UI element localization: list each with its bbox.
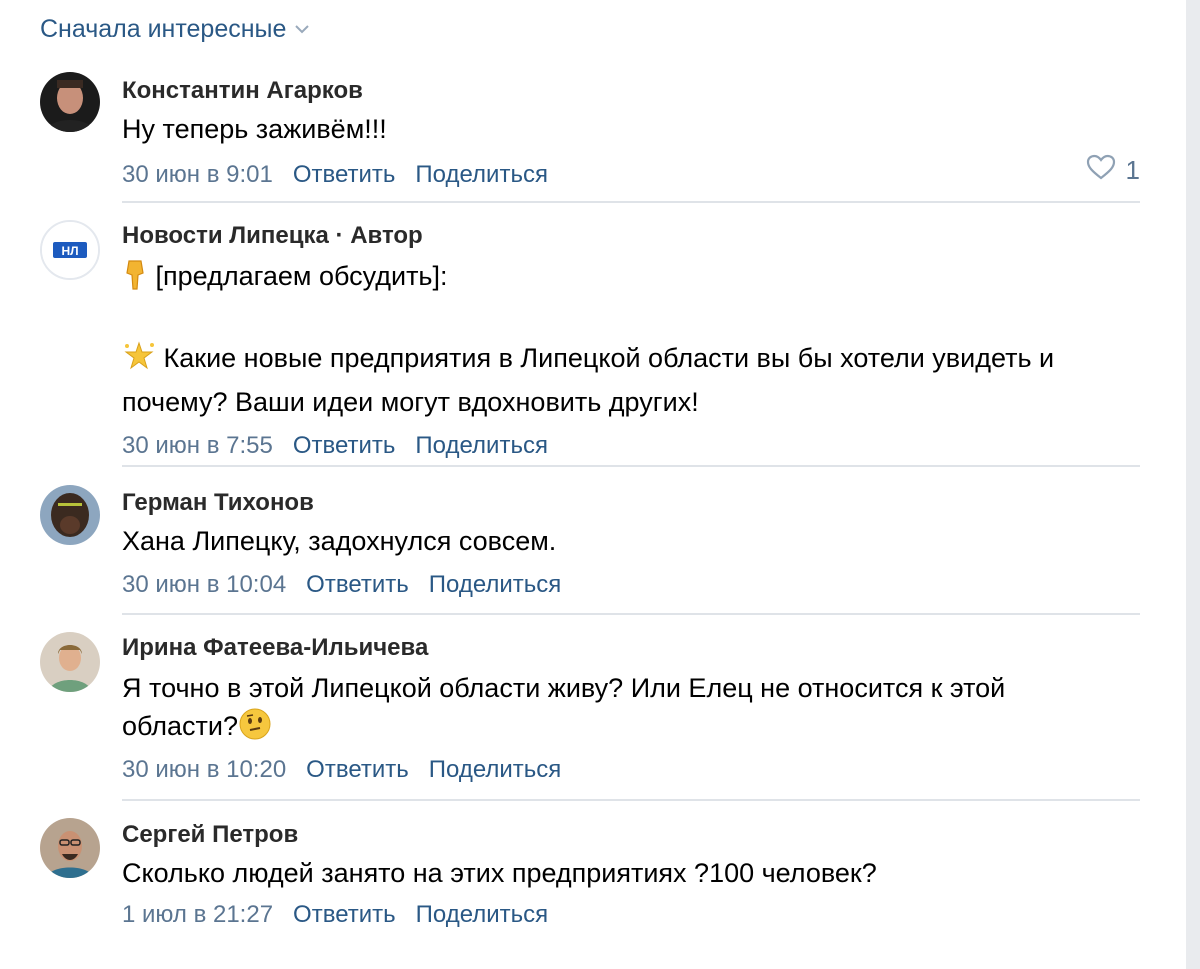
comment-line: Я точно в этой Липецкой области живу? Ил… — [122, 673, 1006, 703]
comment-meta: 30 июн в 10:04 Ответить Поделиться — [122, 568, 1140, 602]
share-button[interactable]: Поделиться — [429, 753, 562, 787]
comment-date[interactable]: 30 июн в 10:04 — [122, 568, 286, 602]
avatar[interactable] — [40, 485, 100, 545]
comments-page: Сначала интересные Константин Агарков Ну… — [0, 0, 1200, 969]
share-button[interactable]: Поделиться — [429, 568, 562, 602]
author-name[interactable]: Новости Липецка — [122, 222, 329, 249]
divider — [122, 201, 1140, 203]
share-button[interactable]: Поделиться — [415, 158, 548, 192]
comment-author[interactable]: Герман Тихонов — [122, 488, 1140, 518]
author-tag: Автор — [350, 222, 423, 249]
like-count: 1 — [1125, 155, 1140, 185]
reply-button[interactable]: Ответить — [306, 753, 409, 787]
comment-meta: 1 июл в 21:27 Ответить Поделиться — [122, 898, 1140, 932]
share-button[interactable]: Поделиться — [415, 429, 548, 463]
comment-date[interactable]: 30 июн в 7:55 — [122, 429, 273, 463]
comment-author[interactable]: Ирина Фатеева-Ильичева — [122, 633, 1140, 663]
avatar[interactable]: НЛ — [40, 220, 100, 280]
thinking-face-icon — [238, 707, 272, 751]
avatar-text: НЛ — [61, 244, 78, 258]
reply-button[interactable]: Ответить — [293, 898, 396, 932]
comment-author[interactable]: Сергей Петров — [122, 820, 1140, 850]
scrollbar-track[interactable] — [1186, 0, 1200, 969]
chevron-down-icon — [294, 24, 310, 34]
heart-icon — [1086, 154, 1116, 187]
comment-item: Константин Агарков Ну теперь заживём!!! … — [40, 72, 1140, 192]
reply-button[interactable]: Ответить — [293, 429, 396, 463]
avatar[interactable] — [40, 72, 100, 132]
sort-selector[interactable]: Сначала интересные — [40, 12, 310, 46]
comment-meta: 30 июн в 9:01 Ответить Поделиться — [122, 158, 1140, 192]
comment-text: Хана Липецку, задохнулся совсем. — [122, 526, 557, 556]
like-button[interactable]: 1 — [1086, 154, 1140, 187]
avatar[interactable] — [40, 632, 100, 692]
sort-label: Сначала интересные — [40, 14, 287, 43]
comment-author[interactable]: Новости Липецка · Автор — [122, 221, 1140, 251]
comment-date[interactable]: 1 июл в 21:27 — [122, 898, 273, 932]
reply-button[interactable]: Ответить — [293, 158, 396, 192]
comment-date[interactable]: 30 июн в 10:20 — [122, 753, 286, 787]
comment-date[interactable]: 30 июн в 9:01 — [122, 158, 273, 192]
pointing-down-icon — [122, 259, 148, 301]
comment-line: [предлагаем обсудить]: — [155, 261, 448, 291]
comment-line: почему? Ваши идеи могут вдохновить други… — [122, 387, 699, 417]
avatar[interactable] — [40, 818, 100, 878]
comment-meta: 30 июн в 7:55 Ответить Поделиться — [122, 429, 1140, 463]
comment-text: области? — [122, 707, 1140, 751]
author-separator: · — [328, 222, 351, 249]
share-button[interactable]: Поделиться — [416, 898, 549, 932]
comment-text: Какие новые предприятия в Липецкой облас… — [122, 339, 1140, 383]
comment-item: Герман Тихонов Хана Липецку, задохнулся … — [40, 485, 1140, 605]
comment-text: [предлагаем обсудить]: — [122, 257, 1140, 301]
reply-button[interactable]: Ответить — [306, 568, 409, 602]
divider — [122, 613, 1140, 615]
comment-meta: 30 июн в 10:20 Ответить Поделиться — [122, 753, 1140, 787]
comment-text: Ну теперь заживём!!! — [122, 114, 387, 144]
comment-item: Сергей Петров Сколько людей занято на эт… — [40, 818, 1140, 938]
comment-author[interactable]: Константин Агарков — [122, 76, 1140, 106]
comment-item: НЛ Новости Липецка · Автор [предлагаем о… — [40, 220, 1140, 460]
comment-line: области? — [122, 711, 239, 741]
comment-line: Какие новые предприятия в Липецкой облас… — [163, 343, 1055, 373]
sparkle-star-icon — [122, 341, 156, 383]
divider — [122, 465, 1140, 467]
comment-text: Сколько людей занято на этих предприятия… — [122, 858, 877, 888]
comment-item: Ирина Фатеева-Ильичева Я точно в этой Ли… — [40, 632, 1140, 792]
divider — [122, 799, 1140, 801]
